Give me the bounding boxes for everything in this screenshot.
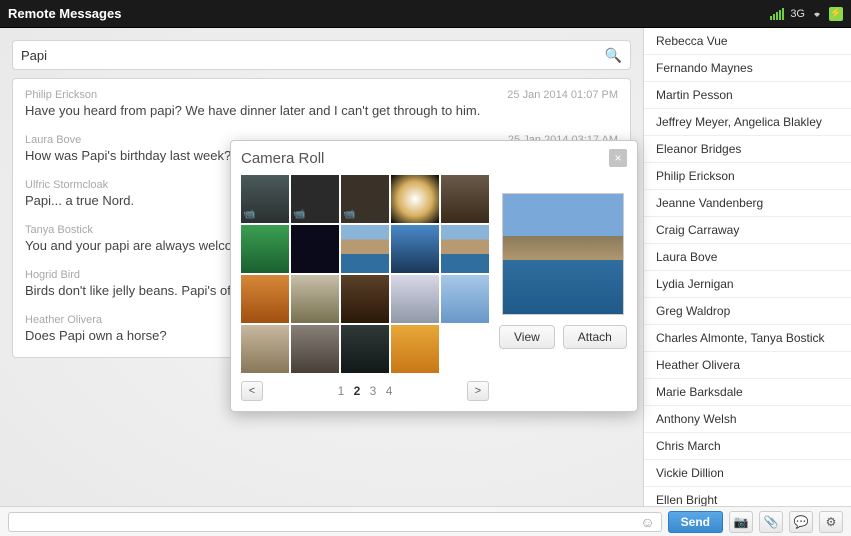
photo-thumbnail[interactable] bbox=[241, 275, 289, 323]
message-sender: Philip Erickson bbox=[25, 89, 97, 101]
wifi-icon bbox=[811, 8, 823, 20]
photo-thumbnail[interactable] bbox=[441, 175, 489, 223]
contact-item[interactable]: Laura Bove bbox=[644, 244, 851, 271]
contact-item[interactable]: Chris March bbox=[644, 433, 851, 460]
photo-thumbnail[interactable] bbox=[241, 225, 289, 273]
view-button[interactable]: View bbox=[499, 325, 555, 349]
app-title: Remote Messages bbox=[8, 6, 770, 21]
camera-icon[interactable]: 📷 bbox=[729, 511, 753, 533]
contact-item[interactable]: Eleanor Bridges bbox=[644, 136, 851, 163]
thumbnail-grid bbox=[241, 175, 489, 373]
photo-thumbnail[interactable] bbox=[341, 225, 389, 273]
page-link[interactable]: 3 bbox=[367, 384, 380, 398]
contact-item[interactable]: Martin Pesson bbox=[644, 82, 851, 109]
compose-field[interactable]: ☺ bbox=[8, 512, 662, 532]
photo-thumbnail[interactable] bbox=[391, 175, 439, 223]
photo-thumbnail[interactable] bbox=[391, 275, 439, 323]
contact-item[interactable]: Lydia Jernigan bbox=[644, 271, 851, 298]
photo-thumbnail[interactable] bbox=[291, 325, 339, 373]
attach-button[interactable]: Attach bbox=[563, 325, 627, 349]
chat-icon[interactable]: 💬 bbox=[789, 511, 813, 533]
attachment-icon[interactable]: 📎 bbox=[759, 511, 783, 533]
thumbnail-grid-container: < 1 2 3 4 > bbox=[241, 175, 489, 401]
pager: < 1 2 3 4 > bbox=[241, 381, 489, 401]
contact-item[interactable]: Ellen Bright bbox=[644, 487, 851, 506]
selected-photo-preview bbox=[502, 193, 624, 315]
prev-page-button[interactable]: < bbox=[241, 381, 263, 401]
signal-bars-icon bbox=[770, 8, 784, 20]
photo-thumbnail[interactable] bbox=[441, 225, 489, 273]
photo-thumbnail[interactable] bbox=[341, 325, 389, 373]
close-button[interactable]: × bbox=[609, 149, 627, 167]
photo-thumbnail[interactable] bbox=[391, 225, 439, 273]
compose-input[interactable] bbox=[15, 515, 640, 529]
message-sender: Ulfric Stormcloak bbox=[25, 179, 108, 191]
message-sender: Heather Olivera bbox=[25, 314, 102, 326]
search-input[interactable] bbox=[21, 48, 605, 63]
contact-item[interactable]: Greg Waldrop bbox=[644, 298, 851, 325]
message-time: 25 Jan 2014 01:07 PM bbox=[507, 89, 618, 101]
settings-icon[interactable]: ⚙ bbox=[819, 511, 843, 533]
message-item[interactable]: Philip Erickson 25 Jan 2014 01:07 PM Have… bbox=[13, 83, 630, 128]
photo-thumbnail[interactable] bbox=[241, 175, 289, 223]
contact-item[interactable]: Vickie Dillion bbox=[644, 460, 851, 487]
photo-thumbnail[interactable] bbox=[291, 225, 339, 273]
search-icon[interactable]: 🔍 bbox=[605, 47, 622, 64]
contact-item[interactable]: Charles Almonte, Tanya Bostick bbox=[644, 325, 851, 352]
compose-bar: ☺ Send 📷 📎 💬 ⚙ bbox=[0, 506, 851, 536]
app-header: Remote Messages 3G ⚡ bbox=[0, 0, 851, 28]
photo-thumbnail[interactable] bbox=[391, 325, 439, 373]
search-bar[interactable]: 🔍 bbox=[12, 40, 631, 70]
contact-item[interactable]: Jeffrey Meyer, Angelica Blakley bbox=[644, 109, 851, 136]
status-tray: 3G ⚡ bbox=[770, 7, 843, 21]
contact-item[interactable]: Craig Carraway bbox=[644, 217, 851, 244]
photo-thumbnail[interactable] bbox=[291, 175, 339, 223]
page-link[interactable]: 4 bbox=[383, 384, 396, 398]
camera-roll-modal: Camera Roll × bbox=[230, 140, 638, 412]
contact-item[interactable]: Heather Olivera bbox=[644, 352, 851, 379]
page-current[interactable]: 2 bbox=[351, 384, 364, 398]
contacts-sidebar: Rebecca Vue Fernando Maynes Martin Pesso… bbox=[643, 28, 851, 506]
photo-thumbnail[interactable] bbox=[341, 275, 389, 323]
photo-thumbnail[interactable] bbox=[291, 275, 339, 323]
photo-thumbnail[interactable] bbox=[441, 275, 489, 323]
photo-thumbnail[interactable] bbox=[241, 325, 289, 373]
message-sender: Tanya Bostick bbox=[25, 224, 93, 236]
modal-title: Camera Roll bbox=[241, 150, 324, 167]
message-text: Have you heard from papi? We have dinner… bbox=[25, 103, 618, 118]
contact-item[interactable]: Marie Barksdale bbox=[644, 379, 851, 406]
page-link[interactable]: 1 bbox=[335, 384, 348, 398]
message-sender: Laura Bove bbox=[25, 134, 81, 146]
contact-item[interactable]: Jeanne Vandenberg bbox=[644, 190, 851, 217]
next-page-button[interactable]: > bbox=[467, 381, 489, 401]
photo-thumbnail[interactable] bbox=[341, 175, 389, 223]
contact-item[interactable]: Fernando Maynes bbox=[644, 55, 851, 82]
network-type: 3G bbox=[790, 8, 805, 20]
emoji-icon[interactable]: ☺ bbox=[640, 514, 654, 530]
page-numbers: 1 2 3 4 bbox=[335, 384, 396, 398]
contact-item[interactable]: Philip Erickson bbox=[644, 163, 851, 190]
send-button[interactable]: Send bbox=[668, 511, 723, 533]
charging-icon: ⚡ bbox=[829, 7, 843, 21]
contact-item[interactable]: Anthony Welsh bbox=[644, 406, 851, 433]
preview-column: View Attach bbox=[499, 175, 627, 401]
message-sender: Hogrid Bird bbox=[25, 269, 80, 281]
contact-item[interactable]: Rebecca Vue bbox=[644, 28, 851, 55]
